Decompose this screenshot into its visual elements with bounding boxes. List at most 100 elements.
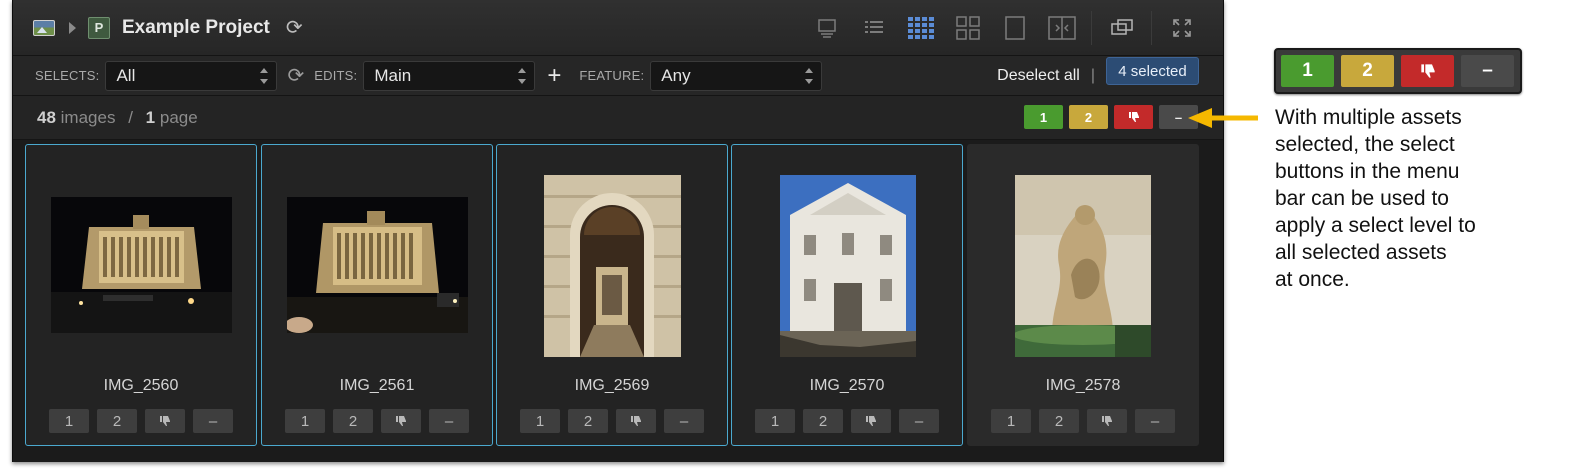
select-2-button[interactable]: 2 xyxy=(568,409,608,433)
legend-clear: – xyxy=(1461,55,1514,87)
asset-select-buttons: 1 2 – xyxy=(732,409,962,433)
dropdown-arrows-icon xyxy=(805,67,814,84)
reject-button[interactable] xyxy=(616,409,656,433)
view-mode-toolbar xyxy=(803,10,1205,46)
asset-filename: IMG_2578 xyxy=(1045,377,1121,394)
asset-card[interactable]: IMG_2578 1 2 – xyxy=(967,144,1199,446)
select-2-button[interactable]: 2 xyxy=(1069,105,1108,129)
detail-view-icon[interactable] xyxy=(803,11,850,45)
select-2-button[interactable]: 2 xyxy=(333,409,373,433)
selected-count-badge[interactable]: 4 selected xyxy=(1106,57,1199,85)
select-2-button[interactable]: 2 xyxy=(803,409,843,433)
callout-arrow-icon xyxy=(1188,108,1258,128)
caption-line: bar can be used to xyxy=(1275,187,1449,210)
selects-dropdown[interactable]: All xyxy=(105,60,278,91)
select-1-button[interactable]: 1 xyxy=(1024,105,1063,129)
library-icon[interactable] xyxy=(33,19,55,36)
select-1-button[interactable]: 1 xyxy=(285,409,325,433)
thumbs-down-icon xyxy=(1128,112,1139,122)
caption-line: at once. xyxy=(1275,268,1350,291)
project-badge: P xyxy=(88,16,110,39)
menu-select-buttons: 1 2 – xyxy=(1024,105,1198,129)
asset-select-buttons: 1 2 – xyxy=(262,409,492,433)
select-1-button[interactable]: 1 xyxy=(49,409,89,433)
clear-select-button[interactable]: – xyxy=(429,409,469,433)
images-label: images xyxy=(60,107,116,127)
edits-dropdown[interactable]: Main xyxy=(363,60,536,91)
select-2-button[interactable]: 2 xyxy=(97,409,137,433)
reject-button[interactable] xyxy=(851,409,891,433)
edits-label: EDITS: xyxy=(314,68,358,83)
fullscreen-icon[interactable] xyxy=(1158,11,1205,45)
selects-value: All xyxy=(116,65,136,85)
image-page-count: 48 images / 1 page xyxy=(37,108,198,128)
asset-thumbnail[interactable] xyxy=(780,175,916,357)
thumbs-down-icon xyxy=(1420,64,1435,78)
asset-card[interactable]: IMG_2561 1 2 – xyxy=(261,144,493,446)
app-window: P Example Project ⟳ SELECTS: All ⟳ EDITS… xyxy=(12,0,1224,462)
add-edit-icon[interactable]: + xyxy=(547,63,561,88)
thumbs-down-icon xyxy=(631,416,641,426)
clear-select-button[interactable]: – xyxy=(899,409,939,433)
deselect-all-link[interactable]: Deselect all xyxy=(997,67,1080,85)
reject-button[interactable] xyxy=(381,409,421,433)
select-2-button[interactable]: 2 xyxy=(1039,409,1079,433)
asset-card[interactable]: IMG_2560 1 2 – xyxy=(25,144,257,446)
select-buttons-legend: 1 2 – xyxy=(1274,48,1522,94)
sync-icon[interactable]: ⟳ xyxy=(287,63,304,88)
select-1-button[interactable]: 1 xyxy=(520,409,560,433)
compare-view-icon[interactable] xyxy=(1038,11,1085,45)
dropdown-arrows-icon xyxy=(260,67,269,84)
reject-button[interactable] xyxy=(1114,105,1153,129)
list-view-icon[interactable] xyxy=(850,11,897,45)
clear-select-button[interactable]: – xyxy=(664,409,704,433)
asset-filename: IMG_2561 xyxy=(339,377,415,394)
thumbs-down-icon xyxy=(160,416,170,426)
page-count: 1 xyxy=(145,107,156,127)
asset-thumbnail[interactable] xyxy=(1015,175,1151,357)
asset-card[interactable]: IMG_2569 1 2 – xyxy=(496,144,728,446)
asset-card[interactable]: IMG_2570 1 2 – xyxy=(731,144,963,446)
thumbs-down-icon xyxy=(866,416,876,426)
reject-button[interactable] xyxy=(1087,409,1127,433)
caption-line: buttons in the menu xyxy=(1275,160,1460,183)
select-1-button[interactable]: 1 xyxy=(991,409,1031,433)
asset-select-buttons: 1 2 – xyxy=(497,409,727,433)
legend-select-1: 1 xyxy=(1281,55,1334,87)
select-1-button[interactable]: 1 xyxy=(755,409,795,433)
project-title: Example Project xyxy=(122,16,270,38)
caption-line: apply a select level to xyxy=(1275,214,1476,237)
asset-filename: IMG_2569 xyxy=(574,377,650,394)
clear-select-button[interactable]: – xyxy=(193,409,233,433)
caption-line: With multiple assets xyxy=(1275,106,1462,129)
feature-dropdown[interactable]: Any xyxy=(650,60,823,91)
selects-label: SELECTS: xyxy=(35,68,100,83)
asset-filename: IMG_2570 xyxy=(809,377,885,394)
title-bar: P Example Project ⟳ xyxy=(13,0,1223,56)
asset-select-buttons: 1 2 – xyxy=(968,409,1198,433)
second-window-icon[interactable] xyxy=(1098,11,1145,45)
info-bar: 48 images / 1 page 1 2 – xyxy=(13,96,1223,140)
callout-caption: With multiple assets selected, the selec… xyxy=(1275,104,1565,293)
feature-value: Any xyxy=(661,65,691,85)
count-separator: / xyxy=(128,107,133,127)
asset-grid: IMG_2560 1 2 – IMG_2561 1 2 – IMG_2569 1… xyxy=(13,140,1223,462)
toolbar-divider xyxy=(1151,11,1152,45)
asset-select-buttons: 1 2 – xyxy=(26,409,256,433)
toolbar-divider xyxy=(1091,11,1092,45)
single-view-icon[interactable] xyxy=(991,11,1038,45)
edits-value: Main xyxy=(374,65,412,85)
asset-thumbnail[interactable] xyxy=(51,197,232,333)
breadcrumb-arrow-icon xyxy=(69,21,76,34)
thumbs-down-icon xyxy=(396,416,406,426)
small-grid-view-icon[interactable] xyxy=(897,11,944,45)
large-grid-view-icon[interactable] xyxy=(944,11,991,45)
clear-select-button[interactable]: – xyxy=(1135,409,1175,433)
reject-button[interactable] xyxy=(145,409,185,433)
asset-thumbnail[interactable] xyxy=(544,175,681,357)
legend-reject xyxy=(1401,55,1454,87)
asset-filename: IMG_2560 xyxy=(103,377,179,394)
page-label: page xyxy=(159,107,198,127)
asset-thumbnail[interactable] xyxy=(287,197,468,333)
refresh-icon[interactable]: ⟳ xyxy=(286,18,303,38)
